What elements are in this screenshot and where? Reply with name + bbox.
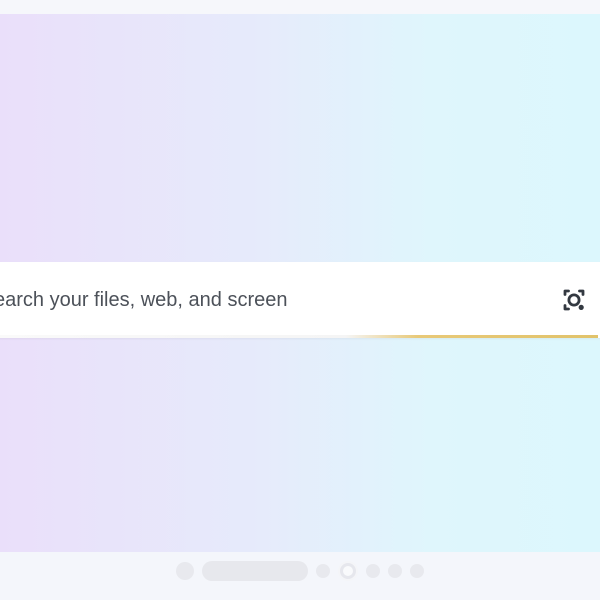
search-bar[interactable]: earch your files, web, and screen [0, 262, 600, 338]
search-accent-line [0, 335, 598, 338]
google-lens-button[interactable] [556, 282, 592, 318]
page-dot-icon[interactable] [176, 562, 194, 580]
top-strip [0, 0, 600, 14]
page-dot-icon[interactable] [366, 564, 380, 578]
page-pill-icon[interactable] [202, 561, 308, 581]
page-dot-icon[interactable] [388, 564, 402, 578]
search-placeholder: earch your files, web, and screen [0, 289, 288, 311]
page-dot-icon[interactable] [316, 564, 330, 578]
page-dot-icon[interactable] [410, 564, 424, 578]
search-screen: earch your files, web, and screen [0, 0, 600, 600]
page-indicator [176, 559, 432, 583]
active-page-dot-icon[interactable] [338, 561, 358, 581]
google-lens-icon [557, 283, 591, 317]
